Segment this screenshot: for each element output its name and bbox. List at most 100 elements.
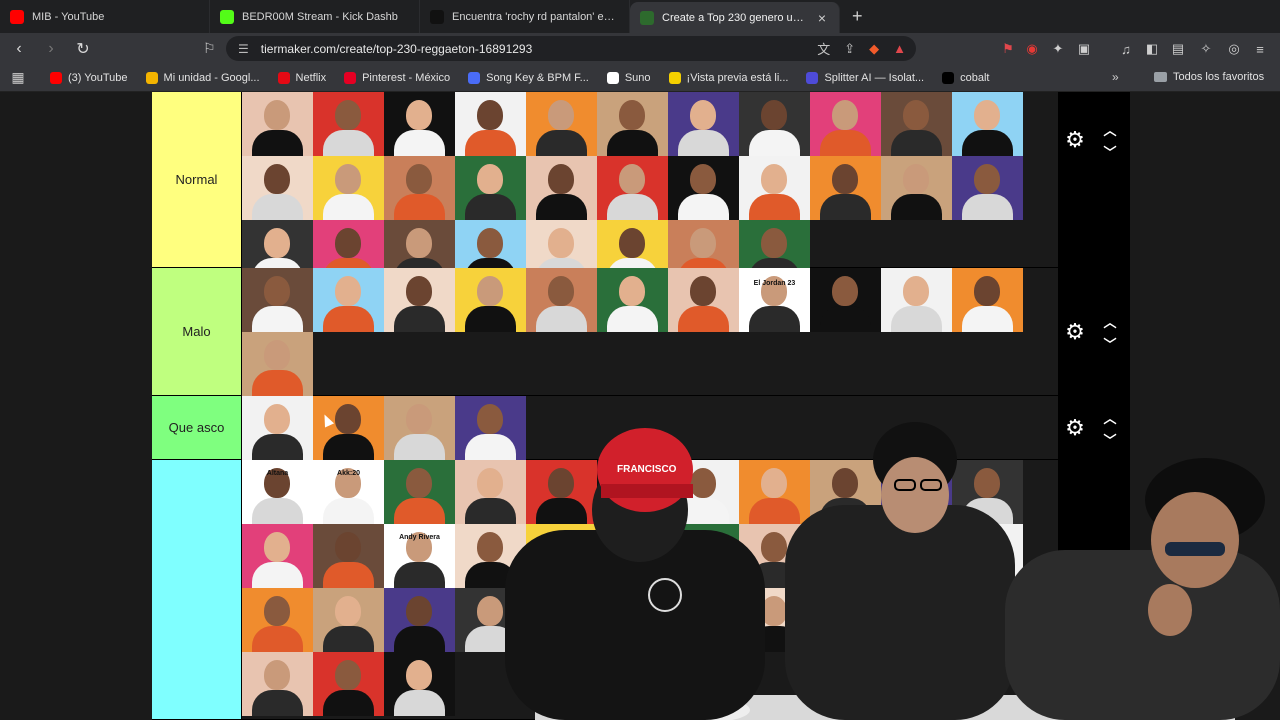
share-icon[interactable]: ⇪ <box>844 41 855 57</box>
bookmark-item[interactable]: ¡Vista previa está li... <box>668 71 788 84</box>
artist-thumbnail[interactable] <box>668 156 739 220</box>
gear-icon[interactable]: ⚙ <box>1063 128 1087 152</box>
music-icon[interactable]: ♫ <box>1118 41 1134 57</box>
bookmark-item[interactable]: Netflix <box>277 71 326 84</box>
wallet-icon[interactable]: ▤ <box>1170 41 1186 57</box>
artist-thumbnail[interactable] <box>384 92 455 156</box>
artist-thumbnail[interactable]: Andy Rivera <box>384 524 455 588</box>
tier-label[interactable]: Que asco <box>152 396 242 459</box>
artist-thumbnail[interactable] <box>881 268 952 332</box>
artist-thumbnail[interactable] <box>313 652 384 716</box>
sidebar-icon[interactable]: ◧ <box>1144 41 1160 57</box>
artist-thumbnail[interactable] <box>313 524 384 588</box>
menu-icon[interactable]: ≡ <box>1252 41 1268 57</box>
tier-label[interactable]: Malo <box>152 268 242 395</box>
tier-label[interactable]: Normal <box>152 92 242 267</box>
bookmark-item[interactable]: Pinterest - México <box>344 71 450 84</box>
artist-thumbnail[interactable] <box>242 652 313 716</box>
artist-thumbnail[interactable] <box>597 156 668 220</box>
artist-thumbnail[interactable] <box>526 268 597 332</box>
chevron-up-icon[interactable]: ︿ <box>1100 312 1120 331</box>
bookmark-item[interactable]: Song Key & BPM F... <box>468 71 589 84</box>
artist-thumbnail[interactable]: Akk:20 <box>313 460 384 524</box>
address-bar[interactable]: ☰ tiermaker.com/create/top-230-reggaeton… <box>226 36 916 61</box>
extension-icon[interactable]: ⚑ <box>1000 41 1016 57</box>
bookmark-icon[interactable]: ⚐ <box>203 40 216 57</box>
artist-thumbnail[interactable] <box>242 524 313 588</box>
artist-thumbnail[interactable] <box>526 156 597 220</box>
artist-thumbnail[interactable] <box>384 652 455 716</box>
brave-shield-icon[interactable]: ◆ <box>869 41 879 57</box>
artist-thumbnail[interactable] <box>810 268 881 332</box>
artist-thumbnail[interactable] <box>952 92 1023 156</box>
new-tab-button[interactable]: + <box>840 0 875 33</box>
bookmark-item[interactable]: Splitter AI — Isolat... <box>806 71 924 84</box>
artist-thumbnail[interactable] <box>455 92 526 156</box>
artist-thumbnail[interactable] <box>739 156 810 220</box>
artist-thumbnail[interactable] <box>597 92 668 156</box>
puzzle-icon[interactable]: ✦ <box>1050 41 1066 57</box>
gear-icon[interactable]: ⚙ <box>1063 320 1087 344</box>
bookmark-item[interactable]: Mi unidad - Googl... <box>145 71 260 84</box>
artist-thumbnail[interactable] <box>455 156 526 220</box>
artist-thumbnail[interactable] <box>384 588 455 652</box>
apps-grid-icon[interactable]: ▦ <box>0 69 36 86</box>
chevron-up-icon[interactable]: ︿ <box>1100 120 1120 139</box>
close-tab-icon[interactable]: × <box>815 10 829 26</box>
screenshot-icon[interactable]: ▣ <box>1076 41 1092 57</box>
artist-thumbnail[interactable] <box>384 268 455 332</box>
translate-icon[interactable]: 文 <box>817 39 830 58</box>
artist-thumbnail[interactable] <box>242 156 313 220</box>
bookmark-item[interactable]: cobalt <box>942 71 989 84</box>
reload-icon[interactable]: ↻ <box>70 36 96 62</box>
artist-thumbnail[interactable] <box>313 156 384 220</box>
artist-thumbnail[interactable] <box>952 268 1023 332</box>
artist-thumbnail[interactable] <box>881 92 952 156</box>
brave-rewards-icon[interactable]: ▲ <box>893 41 906 56</box>
artist-thumbnail[interactable] <box>810 156 881 220</box>
bookmark-item[interactable]: (3) YouTube <box>50 71 128 84</box>
artist-thumbnail[interactable] <box>384 460 455 524</box>
thumbnail-caption: Andy Rivera <box>399 534 440 541</box>
tab-1[interactable]: BEDR00M Stream - Kick Dashb <box>210 0 420 33</box>
artist-thumbnail[interactable] <box>384 396 455 460</box>
record-icon[interactable]: ◉ <box>1024 41 1040 57</box>
artist-thumbnail[interactable] <box>952 156 1023 220</box>
back-icon[interactable]: ‹ <box>6 36 32 62</box>
artist-thumbnail[interactable] <box>455 268 526 332</box>
artist-thumbnail[interactable] <box>242 268 313 332</box>
artist-thumbnail[interactable] <box>384 156 455 220</box>
vpn-icon[interactable]: ◎ <box>1226 41 1242 57</box>
bookmark-item[interactable]: Suno <box>606 71 651 84</box>
face-shape <box>832 164 858 194</box>
artist-thumbnail[interactable] <box>668 92 739 156</box>
chevron-down-icon[interactable]: ﹀ <box>1100 334 1120 353</box>
chevron-down-icon[interactable]: ﹀ <box>1100 142 1120 161</box>
artist-thumbnail[interactable] <box>668 268 739 332</box>
more-bookmarks-icon[interactable]: » <box>1112 70 1119 84</box>
tab-0[interactable]: MIB - YouTube <box>0 0 210 33</box>
artist-thumbnail[interactable] <box>242 396 313 460</box>
artist-thumbnail[interactable] <box>810 92 881 156</box>
tab-2[interactable]: Encuentra 'rochy rd pantalon' en T <box>420 0 630 33</box>
artist-thumbnail[interactable] <box>242 332 313 396</box>
site-info-icon[interactable]: ☰ <box>238 42 249 56</box>
artist-thumbnail[interactable] <box>739 92 810 156</box>
leo-ai-icon[interactable]: ✧ <box>1198 41 1214 57</box>
artist-thumbnail[interactable] <box>313 588 384 652</box>
artist-thumbnail[interactable] <box>881 156 952 220</box>
artist-thumbnail[interactable] <box>313 396 384 460</box>
tab-3[interactable]: Create a Top 230 genero urba × <box>630 2 840 33</box>
tier-label[interactable] <box>152 460 242 719</box>
forward-icon[interactable]: › <box>38 36 64 62</box>
artist-thumbnail[interactable] <box>242 92 313 156</box>
artist-thumbnail[interactable] <box>313 268 384 332</box>
face-shape <box>619 164 645 194</box>
artist-thumbnail[interactable] <box>597 268 668 332</box>
artist-thumbnail[interactable]: Altana <box>242 460 313 524</box>
artist-thumbnail[interactable]: El Jordan 23 <box>739 268 810 332</box>
all-bookmarks-folder[interactable]: Todos los favoritos <box>1154 71 1264 83</box>
artist-thumbnail[interactable] <box>242 588 313 652</box>
artist-thumbnail[interactable] <box>526 92 597 156</box>
artist-thumbnail[interactable] <box>313 92 384 156</box>
